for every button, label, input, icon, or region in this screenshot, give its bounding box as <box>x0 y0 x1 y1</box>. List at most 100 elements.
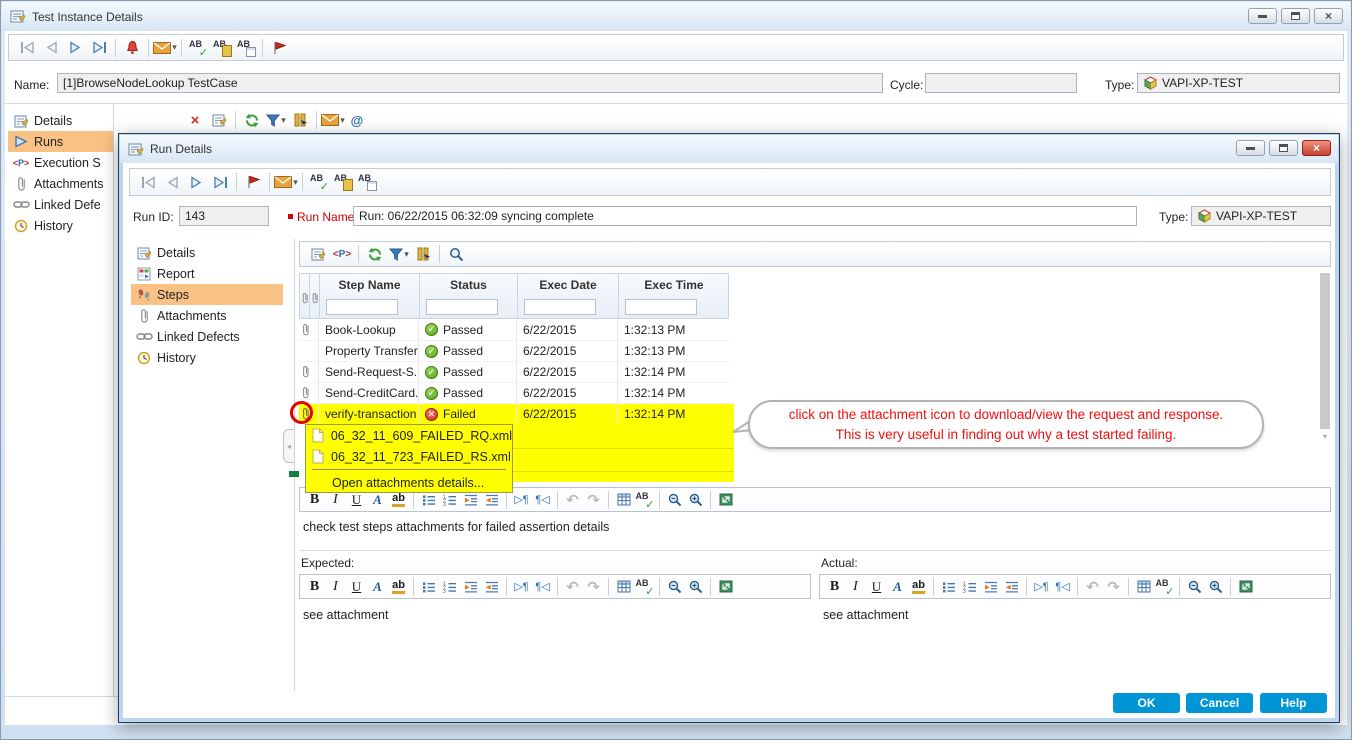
table-row[interactable]: Property Transfer ✓Passed 6/22/2015 1:32… <box>299 340 729 361</box>
menu-item-attachment-file[interactable]: 06_32_11_609_FAILED_RQ.xml <box>306 425 512 446</box>
flag-for-follow-up-icon[interactable] <box>241 171 265 193</box>
sidebar-item-history[interactable]: History <box>8 215 113 236</box>
minimize-button[interactable] <box>1236 140 1265 156</box>
bullet-list-icon[interactable] <box>418 576 439 597</box>
help-button[interactable]: Help <box>1260 693 1327 713</box>
redo-icon[interactable]: ↷ <box>583 576 604 597</box>
cancel-button[interactable]: Cancel <box>1186 693 1253 713</box>
send-email-icon[interactable]: ▾ <box>274 171 298 193</box>
table-row[interactable]: Book-Lookup ✓Passed 6/22/2015 1:32:13 PM <box>299 319 729 340</box>
outer-titlebar[interactable]: Test Instance Details × <box>2 2 1350 31</box>
spelling-options-icon[interactable]: AB <box>355 171 379 193</box>
redo-icon[interactable]: ↷ <box>583 489 604 510</box>
spell-check-icon[interactable]: AB✓ <box>634 489 655 510</box>
sidebar-item-attachments[interactable]: Attachments <box>131 305 283 326</box>
right-to-left-icon[interactable]: ¶◁ <box>532 489 553 510</box>
menu-item-attachment-file[interactable]: 06_32_11_723_FAILED_RS.xml <box>306 446 512 467</box>
maximize-editor-icon[interactable] <box>715 489 736 510</box>
insert-table-icon[interactable] <box>1133 576 1154 597</box>
next-entity-icon[interactable] <box>184 171 208 193</box>
sidebar-item-history[interactable]: History <box>131 347 283 368</box>
italic-icon[interactable]: I <box>845 576 866 597</box>
refresh-icon[interactable] <box>363 243 387 265</box>
attachment-indicator-icon[interactable] <box>301 323 310 337</box>
ok-button[interactable]: OK <box>1113 693 1180 713</box>
cycle-field[interactable] <box>925 73 1077 93</box>
table-row[interactable]: Send-CreditCard... ✓Passed 6/22/2015 1:3… <box>299 382 729 403</box>
sidebar-item-linked-defects[interactable]: Linked Defects <box>131 326 283 347</box>
name-field[interactable]: [1]BrowseNodeLookup TestCase <box>57 73 883 93</box>
font-color-icon[interactable]: A <box>887 576 908 597</box>
zoom-in-icon[interactable] <box>685 576 706 597</box>
select-columns-icon[interactable] <box>411 243 435 265</box>
sidebar-item-attachments[interactable]: Attachments <box>8 173 113 194</box>
maximize-editor-icon[interactable] <box>1235 576 1256 597</box>
sidebar-item-execution-settings[interactable]: <P> Execution S <box>8 152 113 173</box>
sidebar-item-details[interactable]: Details <box>8 110 113 131</box>
spelling-options-icon[interactable]: AB <box>234 37 258 59</box>
font-color-icon[interactable]: A <box>367 576 388 597</box>
last-entity-icon[interactable] <box>87 37 111 59</box>
right-to-left-icon[interactable]: ¶◁ <box>532 576 553 597</box>
run-name-field[interactable]: Run: 06/22/2015 06:32:09 syncing complet… <box>353 206 1137 226</box>
sidebar-item-report[interactable]: Report <box>131 263 283 284</box>
numbered-list-icon[interactable]: 123 <box>439 576 460 597</box>
undo-icon[interactable]: ↶ <box>562 489 583 510</box>
last-entity-icon[interactable] <box>208 171 232 193</box>
previous-entity-icon[interactable] <box>39 37 63 59</box>
filter-input-exec-time[interactable] <box>625 299 697 315</box>
redo-icon[interactable]: ↷ <box>1103 576 1124 597</box>
underline-icon[interactable]: U <box>866 576 887 597</box>
spell-check-icon[interactable]: AB✓ <box>634 576 655 597</box>
undo-icon[interactable]: ↶ <box>562 576 583 597</box>
filter-input-exec-date[interactable] <box>524 299 596 315</box>
decrease-indent-icon[interactable] <box>1001 576 1022 597</box>
zoom-in-icon[interactable] <box>685 489 706 510</box>
maximize-editor-icon[interactable] <box>715 576 736 597</box>
send-email-icon[interactable]: ▾ <box>153 37 177 59</box>
highlight-icon[interactable]: ab <box>388 576 409 597</box>
find-icon[interactable] <box>444 243 468 265</box>
minimize-button[interactable] <box>1248 8 1277 24</box>
table-row-highlighted[interactable]: verify-transaction ✕Failed 6/22/2015 1:3… <box>299 403 734 424</box>
delete-run-icon[interactable]: × <box>183 109 207 131</box>
italic-icon[interactable]: I <box>325 576 346 597</box>
table-row[interactable]: Send-Request-S... ✓Passed 6/22/2015 1:32… <box>299 361 729 382</box>
insert-table-icon[interactable] <box>613 576 634 597</box>
zoom-out-icon[interactable] <box>1184 576 1205 597</box>
undo-icon[interactable]: ↶ <box>1082 576 1103 597</box>
collapse-panel-handle[interactable]: ◂ <box>283 429 294 463</box>
zoom-out-icon[interactable] <box>664 576 685 597</box>
refresh-icon[interactable] <box>240 109 264 131</box>
thesaurus-icon[interactable]: AB <box>210 37 234 59</box>
right-to-left-icon[interactable]: ¶◁ <box>1052 576 1073 597</box>
zoom-in-icon[interactable] <box>1205 576 1226 597</box>
numbered-list-icon[interactable]: 123 <box>959 576 980 597</box>
underline-icon[interactable]: U <box>346 576 367 597</box>
filter-input-status[interactable] <box>426 299 498 315</box>
run-details-icon[interactable] <box>207 109 231 131</box>
maximize-button[interactable] <box>1269 140 1298 156</box>
maximize-button[interactable] <box>1281 8 1310 24</box>
increase-indent-icon[interactable] <box>980 576 1001 597</box>
left-to-right-icon[interactable]: ▷¶ <box>1031 576 1052 597</box>
attachment-indicator-icon[interactable] <box>301 365 310 379</box>
first-entity-icon[interactable] <box>15 37 39 59</box>
left-to-right-icon[interactable]: ▷¶ <box>511 576 532 597</box>
sidebar-item-runs[interactable]: Runs <box>8 131 113 152</box>
decrease-indent-icon[interactable] <box>481 576 502 597</box>
email-dropdown-caret[interactable]: ▾ <box>172 42 177 53</box>
set-filter-icon[interactable]: ▾ <box>264 109 288 131</box>
send-email-icon[interactable]: ▾ <box>321 109 345 131</box>
spell-check-icon[interactable]: AB✓ <box>307 171 331 193</box>
bold-icon[interactable]: B <box>824 576 845 597</box>
attachment-column-header[interactable] <box>310 274 320 318</box>
web-address-icon[interactable]: @ <box>345 109 369 131</box>
show-parameters-icon[interactable]: <P> <box>330 243 354 265</box>
alerts-bell-icon[interactable] <box>120 37 144 59</box>
left-to-right-icon[interactable]: ▷¶ <box>511 489 532 510</box>
close-button[interactable]: × <box>1302 140 1331 156</box>
next-entity-icon[interactable] <box>63 37 87 59</box>
highlight-icon[interactable]: ab <box>908 576 929 597</box>
select-columns-icon[interactable] <box>288 109 312 131</box>
